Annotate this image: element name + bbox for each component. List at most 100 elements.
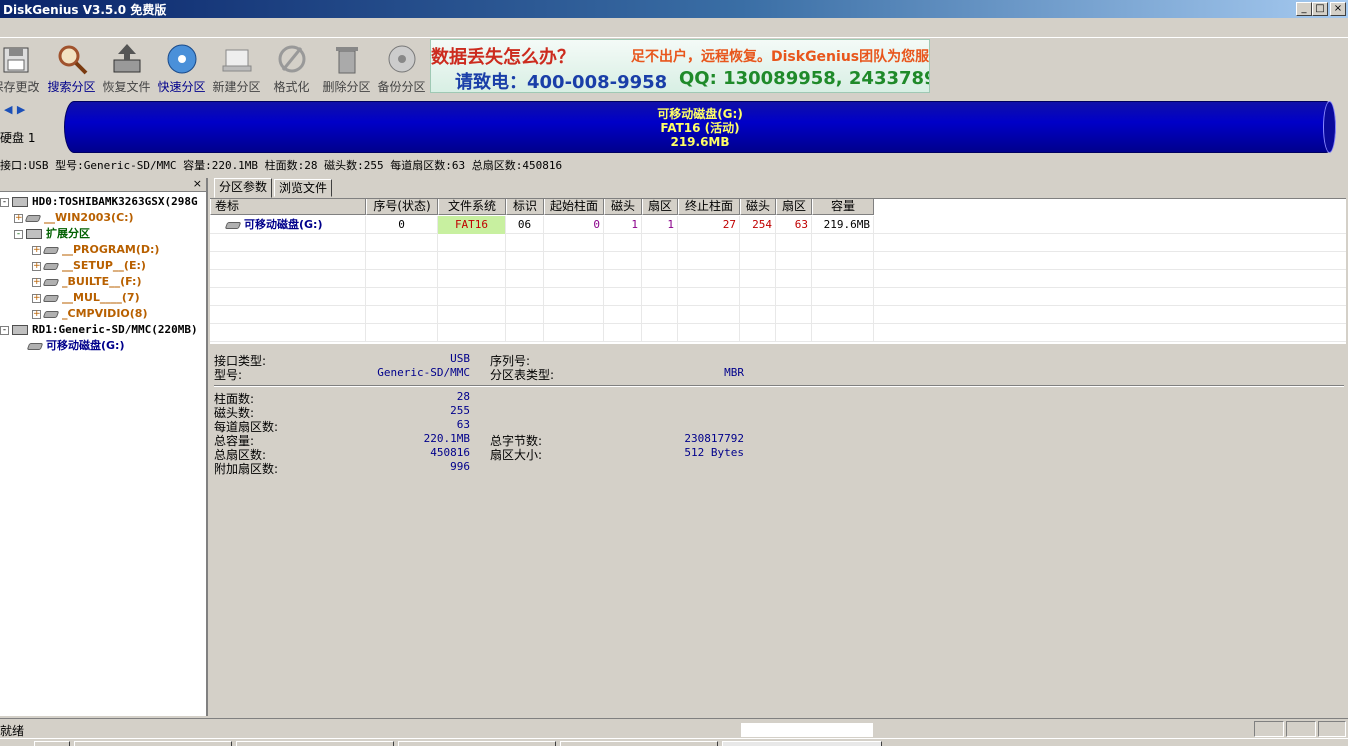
column-header[interactable]: 容量	[812, 199, 874, 215]
backup-partition-button[interactable]: 备份分区	[374, 42, 429, 94]
tree-item[interactable]: - RD1:Generic-SD/MMC(220MB)	[0, 322, 198, 338]
recover-files-button[interactable]: 恢复文件	[99, 42, 154, 94]
taskbar-button[interactable]	[74, 741, 232, 746]
next-disk-button[interactable]: ▶	[17, 103, 25, 116]
table-cell	[642, 252, 678, 270]
column-header[interactable]: 文件系统	[438, 199, 506, 215]
table-cell	[506, 252, 544, 270]
empty-row	[210, 252, 1346, 270]
table-cell: 0	[544, 216, 604, 234]
table-cell	[210, 234, 366, 252]
table-cell	[740, 324, 776, 342]
tree-item[interactable]: + __WIN2003(C:)	[14, 210, 134, 226]
disk-icon	[12, 197, 28, 207]
column-header[interactable]: 扇区	[642, 199, 678, 215]
tab-partition-params[interactable]: 分区参数	[214, 178, 273, 198]
partition-icon	[26, 342, 44, 350]
prev-disk-button[interactable]: ◀	[4, 103, 12, 116]
tree-item-label: __WIN2003(C:)	[44, 211, 134, 224]
table-cell	[438, 252, 506, 270]
title-bar: DiskGenius V3.5.0 免费版 _ □ ×	[0, 0, 1348, 18]
status-progress-field	[741, 723, 873, 737]
column-header[interactable]: 序号(状态)	[366, 199, 438, 215]
table-cell	[210, 252, 366, 270]
tree-item[interactable]: 可移动磁盘(G:)	[14, 338, 124, 354]
disk-partition-bar[interactable]: 可移动磁盘(G:) FAT16 (活动) 219.6MB	[64, 101, 1336, 153]
format-button[interactable]: 格式化	[264, 42, 319, 94]
table-cell: 1	[642, 216, 678, 234]
column-header[interactable]: 终止柱面	[678, 199, 740, 215]
table-row[interactable]: 可移动磁盘(G:) 0 FAT16 06 0 1 1 27 254 63 219.6MB	[210, 216, 1346, 234]
table-cell	[740, 252, 776, 270]
expand-icon[interactable]: +	[14, 213, 23, 223]
table-cell	[544, 324, 604, 342]
expand-icon[interactable]: +	[32, 261, 41, 271]
prop-model-value: Generic-SD/MMC	[377, 366, 470, 379]
collapse-icon[interactable]: -	[0, 197, 9, 207]
save-changes-button[interactable]: 保存更改	[0, 42, 43, 94]
quick-partition-button[interactable]: 快速分区	[154, 42, 209, 94]
tree-item-label: __MUL____(7)	[62, 291, 140, 304]
banner-qq: QQ: 130089958, 243378941	[679, 68, 929, 89]
close-button[interactable]: ×	[1330, 2, 1346, 16]
taskbar-button[interactable]	[236, 741, 394, 746]
maximize-button[interactable]: □	[1312, 2, 1328, 16]
ad-banner[interactable]: 数据丢失怎么办？ 足不出户，远程恢复。DiskGenius团队为您服务 请致电：…	[430, 39, 930, 93]
props-divider	[214, 385, 1344, 387]
disk-tree-panel: × - HD0:TOSHIBAMK3263GSX(298G + __WIN2003(C…	[0, 177, 208, 716]
tree-item[interactable]: - 扩展分区	[14, 226, 90, 242]
tree-item[interactable]: + _CMPVIDIO(8)	[32, 306, 147, 322]
new-partition-button[interactable]: 新建分区	[209, 42, 264, 94]
collapse-icon[interactable]: -	[0, 325, 9, 335]
tree-item-label: _CMPVIDIO(8)	[62, 307, 148, 320]
tree-item[interactable]: + __MUL____(7)	[32, 290, 140, 306]
table-cell	[544, 306, 604, 324]
taskbar-button[interactable]	[34, 741, 70, 746]
prop-interface-value: USB	[450, 352, 470, 365]
prop-heads-value: 255	[450, 404, 470, 417]
tree-close-button[interactable]: ×	[193, 177, 202, 190]
prop-extra-label: 附加扇区数:	[214, 462, 279, 476]
taskbar-button[interactable]	[560, 741, 718, 746]
table-cell	[438, 306, 506, 324]
tree-header: ×	[0, 177, 206, 192]
partition-icon	[42, 246, 60, 254]
expand-icon[interactable]: +	[32, 309, 41, 319]
table-cell	[544, 252, 604, 270]
column-header[interactable]: 磁头	[604, 199, 642, 215]
column-header[interactable]: 磁头	[740, 199, 776, 215]
search-partition-button[interactable]: 搜索分区	[44, 42, 99, 94]
taskbar-button[interactable]	[398, 741, 556, 746]
table-cell	[678, 306, 740, 324]
table-cell	[776, 270, 812, 288]
save-icon	[3, 47, 28, 73]
partition-icon	[42, 294, 60, 302]
table-cell	[678, 288, 740, 306]
tree-item[interactable]: - HD0:TOSHIBAMK3263GSX(298G	[0, 194, 198, 210]
table-cell	[506, 270, 544, 288]
table-cell	[604, 270, 642, 288]
tab-browse-files[interactable]: 浏览文件	[274, 179, 333, 197]
quick-partition-icon	[167, 44, 196, 74]
table-cell	[604, 252, 642, 270]
expand-icon[interactable]: +	[32, 293, 41, 303]
tree-item[interactable]: + __SETUP__(E:)	[32, 258, 146, 274]
toolbar: 保存更改 搜索分区 恢复文件 快速分区 新建分区 格式化 删除分区 备份分区	[0, 38, 430, 94]
tree-item[interactable]: + _BUILTE__(F:)	[32, 274, 141, 290]
column-header[interactable]: 卷标	[210, 199, 366, 215]
minimize-button[interactable]: _	[1296, 2, 1312, 16]
table-cell	[506, 288, 544, 306]
tree-item[interactable]: + __PROGRAM(D:)	[32, 242, 159, 258]
expand-icon[interactable]: +	[32, 277, 41, 287]
table-cell	[642, 270, 678, 288]
taskbar-button-active[interactable]	[722, 741, 882, 746]
column-header[interactable]: 标识	[506, 199, 544, 215]
recover-icon	[113, 44, 140, 73]
column-header[interactable]: 扇区	[776, 199, 812, 215]
delete-partition-button[interactable]: 删除分区	[319, 42, 374, 94]
expand-icon[interactable]: +	[32, 245, 41, 255]
tree-item-label: 可移动磁盘(G:)	[46, 339, 125, 352]
collapse-icon[interactable]: -	[14, 229, 23, 239]
volume-label: 可移动磁盘(G:)	[244, 218, 323, 231]
column-header[interactable]: 起始柱面	[544, 199, 604, 215]
